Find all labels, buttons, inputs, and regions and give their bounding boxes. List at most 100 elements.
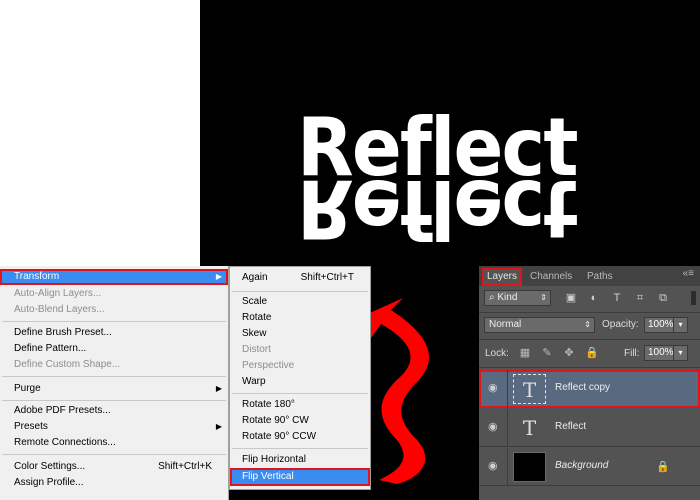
menu-item-define-pattern[interactable]: Define Pattern... [0,341,228,357]
menu-item-label: Rotate 90° CW [242,415,309,426]
edit-menu: Transform ▶ Auto-Align Layers... Auto-Bl… [0,266,229,500]
smart-object-filter-icon[interactable]: ⧉ [657,292,669,304]
menu-item-label: Color Settings... [14,461,86,472]
submenu-arrow-icon: ▶ [215,384,222,393]
menu-item-label: Remote Connections... [14,437,116,448]
opacity-field[interactable]: 100% ▾ [644,317,688,333]
tab-layers[interactable]: Layers [482,268,523,286]
menu-shortcut: Shift+Ctrl+K [158,461,212,472]
adjustment-filter-icon[interactable]: ◐ [588,292,600,304]
stepper-icon: ⇕ [584,320,591,329]
submenu-item-rotate-180[interactable]: Rotate 180° [230,397,370,413]
menu-item-auto-align-layers: Auto-Align Layers... [0,286,228,302]
menu-divider [232,393,368,394]
menu-item-purge[interactable]: Purge ▶ [0,381,228,397]
menu-item-define-custom-shape: Define Custom Shape... [0,357,228,373]
tab-channels[interactable]: Channels [525,268,577,286]
submenu-arrow-icon: ▶ [215,272,222,281]
menu-item-transform[interactable]: Transform ▶ [0,269,228,285]
stepper-icon: ⇕ [540,293,547,302]
menu-item-presets[interactable]: Presets ▶ [0,419,228,435]
menu-item-remote-connections[interactable]: Remote Connections... [0,435,228,451]
background-thumbnail [513,452,546,482]
submenu-item-warp[interactable]: Warp [230,374,370,390]
visibility-eye-icon[interactable]: ◉ [488,422,500,433]
menu-item-label: Skew [242,328,267,339]
submenu-item-distort: Distort [230,342,370,358]
divider [479,312,700,313]
divider [507,409,508,447]
fill-field[interactable]: 100% ▾ [644,345,688,361]
lock-all-icon[interactable]: 🔒 [585,347,599,359]
blend-mode-value: Normal [489,319,522,330]
text-layer-thumbnail-icon: T [522,416,537,440]
menu-divider [232,448,368,449]
menu-item-color-settings[interactable]: Color Settings... Shift+Ctrl+K [0,459,228,475]
menu-item-label: Define Custom Shape... [14,359,121,370]
layer-row-background[interactable]: ◉ Background 🔒 [479,448,700,486]
visibility-eye-icon[interactable]: ◉ [488,461,500,472]
chevron-down-icon[interactable]: ▾ [673,346,687,360]
filter-kind-value: Kind [497,292,518,303]
fill-label: Fill: [624,348,640,359]
menu-item-label: Perspective [242,360,295,371]
layer-row-reflect[interactable]: ◉ T Reflect [479,409,700,447]
submenu-item-rotate[interactable]: Rotate [230,310,370,326]
filter-toggle-switch[interactable] [691,291,696,305]
type-filter-icon[interactable]: T [611,292,623,304]
chevron-down-icon[interactable]: ▾ [673,318,687,332]
layers-panel: Layers Channels Paths «≡ ⌕ Kind ⇕ ▣ ◐ T … [479,266,700,500]
menu-item-label: Presets [14,421,48,432]
reflect-mirror-text: Reflect [297,162,577,255]
padlock-icon: 🔒 [656,461,670,473]
lock-position-icon[interactable]: ✥ [563,347,575,359]
submenu-item-scale[interactable]: Scale [230,294,370,310]
panel-tab-bar: Layers Channels Paths «≡ [479,266,700,286]
menu-item-label: Purge [14,383,41,394]
menu-item-label: Distort [242,344,271,355]
submenu-item-rotate-90-cw[interactable]: Rotate 90° CW [230,413,370,429]
menu-item-adobe-pdf-presets[interactable]: Adobe PDF Presets... [0,403,228,419]
submenu-item-skew[interactable]: Skew [230,326,370,342]
menu-divider [2,454,226,455]
divider [479,339,700,340]
blend-mode-select[interactable]: Normal ⇕ [484,317,595,333]
submenu-item-rotate-90-ccw[interactable]: Rotate 90° CCW [230,429,370,445]
opacity-value: 100% [648,319,674,330]
visibility-eye-icon[interactable]: ◉ [488,383,500,394]
menu-divider [2,376,226,377]
menu-item-label: Adobe PDF Presets... [14,405,111,416]
panel-menu-icon[interactable]: «≡ [683,268,694,279]
submenu-item-perspective: Perspective [230,358,370,374]
menu-shortcut: Shift+Ctrl+T [300,272,354,283]
menu-item-assign-profile[interactable]: Assign Profile... [0,475,228,491]
menu-item-label: Again [242,272,268,283]
menu-item-label: Rotate [242,312,272,323]
submenu-item-flip-vertical[interactable]: Flip Vertical [230,468,370,486]
menu-item-label: Auto-Blend Layers... [14,304,105,315]
submenu-item-flip-horizontal[interactable]: Flip Horizontal [230,452,370,468]
tab-paths[interactable]: Paths [582,268,618,286]
fill-value: 100% [648,347,674,358]
menu-item-label: Auto-Align Layers... [14,288,102,299]
menu-item-define-brush-preset[interactable]: Define Brush Preset... [0,325,228,341]
menu-item-label: Warp [242,376,266,387]
menu-item-label: Assign Profile... [14,477,84,488]
divider [507,370,508,408]
lock-brush-icon[interactable]: ✎ [541,347,553,359]
layer-row-reflect-copy[interactable]: ◉ T Reflect copy [479,370,700,408]
lock-transparent-icon[interactable]: ▦ [519,347,531,359]
menu-item-label: Rotate 180° [242,399,295,410]
pixel-filter-icon[interactable]: ▣ [565,292,577,304]
divider [479,367,700,368]
opacity-label: Opacity: [602,319,639,330]
filter-kind-select[interactable]: ⌕ Kind ⇕ [484,290,551,306]
menu-divider [2,400,226,401]
submenu-item-again[interactable]: Again Shift+Ctrl+T [230,270,370,286]
shape-filter-icon[interactable]: ⌗ [634,292,646,304]
menu-item-label: Define Pattern... [14,343,87,354]
menu-item-label: Scale [242,296,268,307]
menu-item-label: Transform [14,271,60,282]
menu-item-label: Flip Horizontal [242,454,306,465]
layer-filter-row: ⌕ Kind ⇕ ▣ ◐ T ⌗ ⧉ [479,288,700,310]
